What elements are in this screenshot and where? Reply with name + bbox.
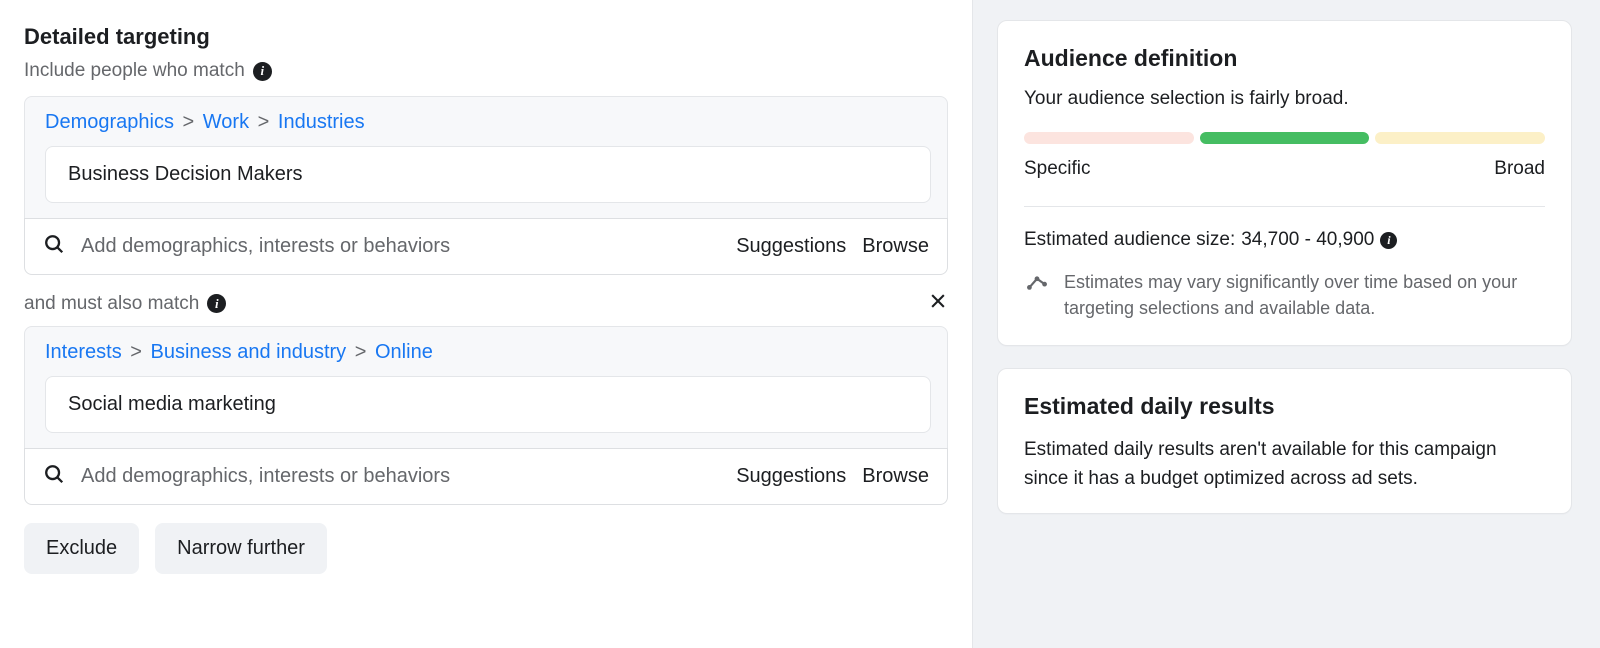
suggestions-button[interactable]: Suggestions	[736, 235, 846, 258]
targeting-block-1: Demographics > Work > Industries Busines…	[24, 96, 948, 219]
breadcrumb-2: Interests > Business and industry > Onli…	[45, 341, 931, 364]
crumb-demographics[interactable]: Demographics	[45, 111, 174, 133]
crumb-industries[interactable]: Industries	[278, 111, 365, 133]
search-row-1[interactable]: Suggestions Browse	[24, 218, 948, 275]
gauge-label-specific: Specific	[1024, 158, 1091, 180]
gauge-broad-seg	[1375, 132, 1545, 144]
info-icon[interactable]: i	[1380, 232, 1397, 249]
crumb-online[interactable]: Online	[375, 341, 433, 363]
estimate-note: Estimates may vary significantly over ti…	[1064, 269, 1545, 321]
breadcrumb-1: Demographics > Work > Industries	[45, 111, 931, 134]
chart-icon	[1024, 269, 1050, 302]
info-icon[interactable]: i	[253, 62, 272, 81]
crumb-interests[interactable]: Interests	[45, 341, 122, 363]
search-row-2[interactable]: Suggestions Browse	[24, 448, 948, 505]
divider	[1024, 206, 1545, 207]
gauge-current-seg	[1200, 132, 1370, 144]
targeting-block-2: Interests > Business and industry > Onli…	[24, 326, 948, 449]
include-label-row: Include people who match i	[24, 60, 948, 82]
detailed-targeting-panel: Detailed targeting Include people who ma…	[0, 0, 972, 648]
selected-chip-1[interactable]: Business Decision Makers	[45, 146, 931, 203]
search-input-2[interactable]	[81, 465, 720, 488]
search-input-1[interactable]	[81, 235, 720, 258]
suggestions-button[interactable]: Suggestions	[736, 465, 846, 488]
audience-gauge	[1024, 132, 1545, 144]
crumb-work[interactable]: Work	[203, 111, 249, 133]
narrow-further-button[interactable]: Narrow further	[155, 523, 327, 574]
estimated-daily-results-card: Estimated daily results Estimated daily …	[997, 368, 1572, 514]
search-icon	[43, 233, 65, 260]
card-title: Audience definition	[1024, 45, 1545, 72]
browse-button[interactable]: Browse	[862, 235, 929, 258]
section-title: Detailed targeting	[24, 24, 948, 50]
search-icon	[43, 463, 65, 490]
gauge-specific-seg	[1024, 132, 1194, 144]
right-panel: Audience definition Your audience select…	[972, 0, 1600, 648]
card-title: Estimated daily results	[1024, 393, 1545, 420]
gauge-labels: Specific Broad	[1024, 158, 1545, 180]
action-row: Exclude Narrow further	[24, 523, 948, 574]
and-label: and must also match	[24, 293, 199, 315]
gauge-label-broad: Broad	[1494, 158, 1545, 180]
audience-definition-card: Audience definition Your audience select…	[997, 20, 1572, 346]
exclude-button[interactable]: Exclude	[24, 523, 139, 574]
info-icon[interactable]: i	[207, 294, 226, 313]
estimated-size-value: 34,700 - 40,900	[1241, 229, 1374, 251]
estimated-size-label: Estimated audience size:	[1024, 229, 1235, 251]
card-body: Estimated daily results aren't available…	[1024, 436, 1545, 493]
browse-button[interactable]: Browse	[862, 465, 929, 488]
crumb-business-industry[interactable]: Business and industry	[151, 341, 347, 363]
estimate-note-row: Estimates may vary significantly over ti…	[1024, 269, 1545, 321]
selected-chip-2[interactable]: Social media marketing	[45, 376, 931, 433]
include-label: Include people who match	[24, 60, 245, 82]
card-subtitle: Your audience selection is fairly broad.	[1024, 88, 1545, 110]
estimated-size-row: Estimated audience size: 34,700 - 40,900…	[1024, 229, 1545, 251]
close-icon[interactable]	[928, 291, 948, 316]
and-must-match-row: and must also match i	[24, 291, 948, 316]
